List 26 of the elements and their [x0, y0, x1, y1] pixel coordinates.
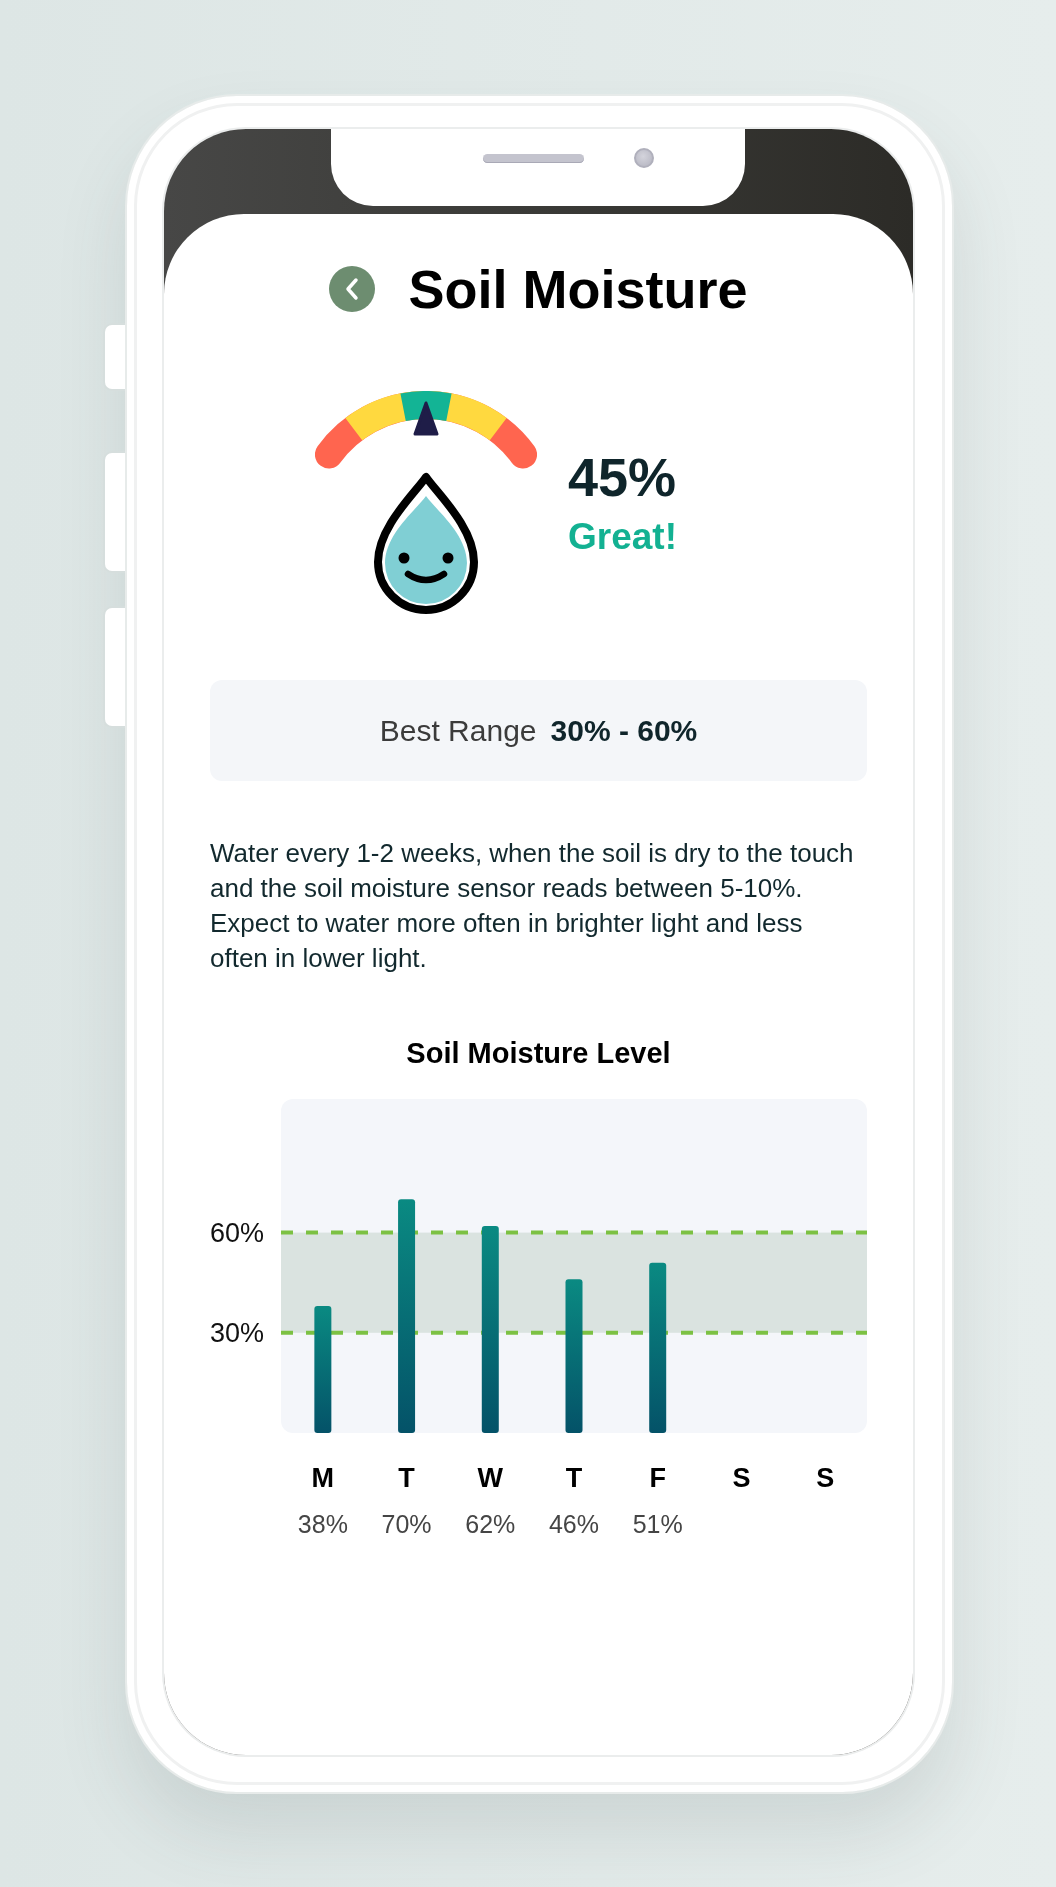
page-title: Soil Moisture [408, 258, 748, 320]
care-instructions: Water every 1-2 weeks, when the soil is dry to the touch and the soil moisture sensor reads between 5-10%. Expect to water more often in brighter light and less often in lower light. [210, 837, 855, 975]
chevron-left-icon [344, 277, 361, 301]
day-label: T [565, 1463, 583, 1493]
speaker-grille-icon [483, 153, 584, 163]
best-range-label: Best Range [379, 713, 537, 748]
chart-title: Soil Moisture Level [406, 1036, 671, 1071]
day-label: F [649, 1463, 666, 1493]
y-axis-label: 60% [210, 1217, 265, 1248]
day-label: W [477, 1463, 504, 1493]
best-range-value: 30% - 60% [550, 713, 698, 748]
value-label: 38% [297, 1510, 348, 1538]
camera-icon [634, 148, 654, 168]
value-label: 51% [632, 1510, 683, 1538]
value-label: 62% [465, 1510, 516, 1538]
day-label: T [398, 1463, 415, 1493]
day-label: S [816, 1463, 835, 1493]
y-axis-label: 30% [210, 1317, 265, 1348]
moisture-reading: 45% [568, 447, 677, 507]
back-button[interactable] [329, 266, 376, 312]
value-label: 70% [381, 1510, 432, 1538]
value-label: 46% [549, 1510, 599, 1538]
smiling-drop-icon [371, 472, 481, 615]
day-label: M [311, 1463, 335, 1493]
day-label: S [732, 1463, 751, 1493]
status-label: Great! [568, 515, 677, 559]
